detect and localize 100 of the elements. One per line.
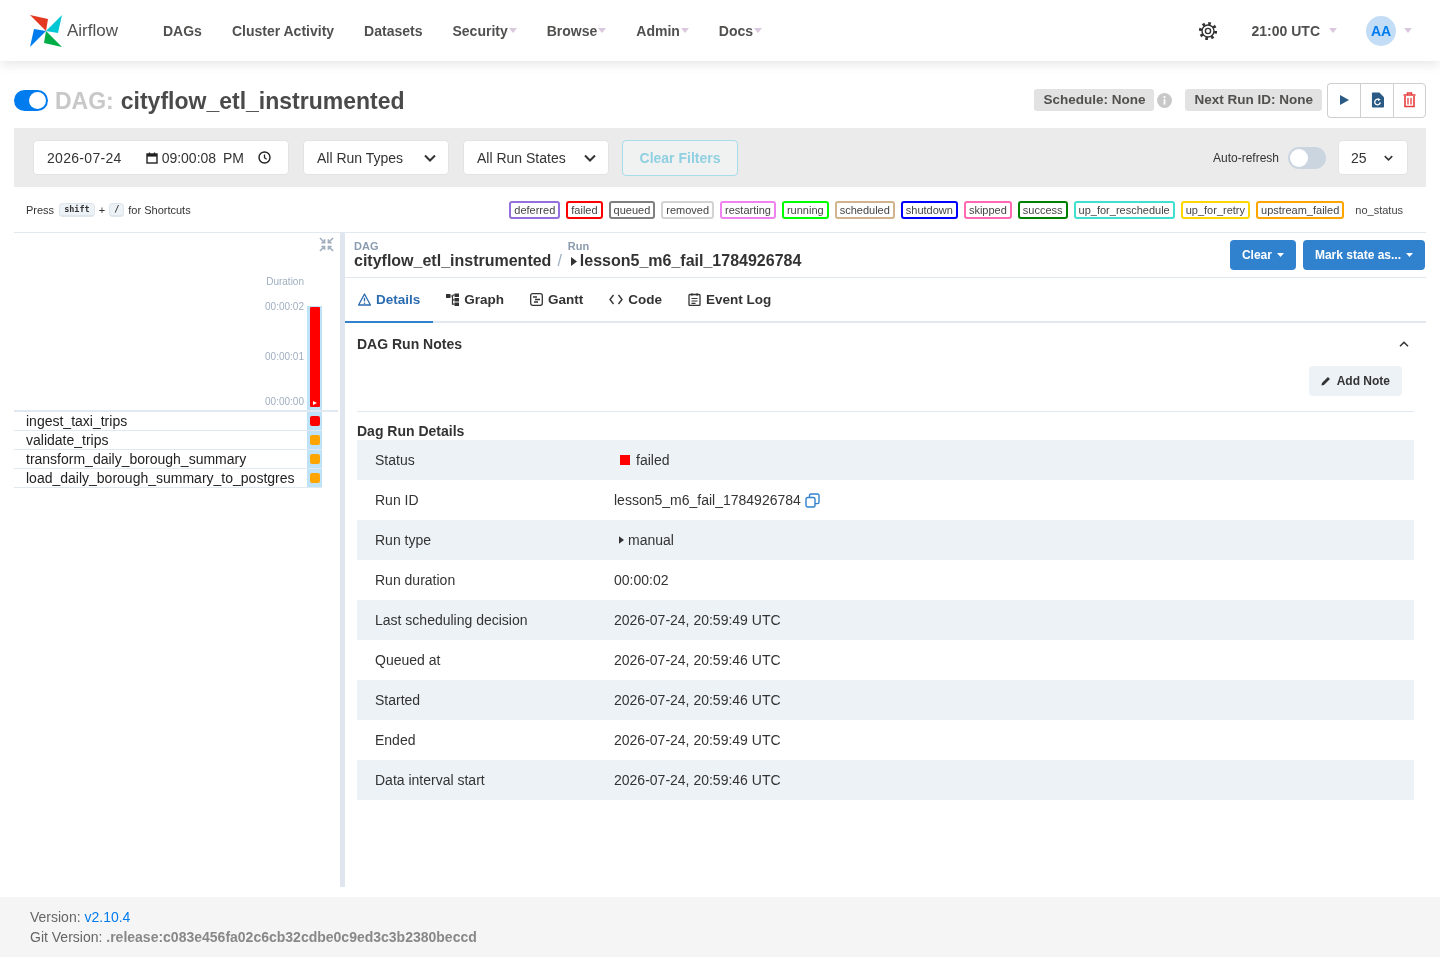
detail-value: 2026-07-24, 20:59:46 UTC [614,772,781,788]
detail-value: failed [636,452,670,468]
state-legend-chip[interactable]: deferred [509,200,561,219]
info-icon[interactable] [1157,92,1173,108]
version-link[interactable]: v2.10.4 [84,909,131,925]
detail-value: 2026-07-24, 20:59:46 UTC [614,652,781,668]
nav-link[interactable]: Admin [621,22,704,39]
state-legend-chip[interactable]: running [781,200,829,219]
play-icon [619,536,624,544]
time-value: 09:00:08 PM [161,149,244,166]
axis-title: Duration [266,276,304,287]
page-size-select[interactable]: 25 [1338,140,1408,175]
datetime-field[interactable]: 2026-07-24 09:00:08 PM [33,140,289,175]
selected-run-cell[interactable] [307,469,322,487]
action-dropdown-button[interactable]: Clear [1229,240,1296,270]
state-legend-chip[interactable]: upstream_failed [1256,200,1345,219]
detail-label: Status [374,452,416,468]
nav-link[interactable]: Datasets [349,22,438,39]
resize-handle[interactable] [340,233,345,887]
caret-icon [1329,28,1337,33]
shortcut-hint-text: for Shortcuts [128,203,191,216]
tab[interactable]: Code [596,278,676,323]
nav-link[interactable]: Docs [703,22,778,39]
tick-label: 00:00:01 [265,351,304,362]
shortcut-hint-text: Press [26,203,55,216]
state-legend-chip[interactable]: restarting [720,200,776,219]
nav-link[interactable]: DAGs [148,22,217,39]
reparse-button[interactable] [1360,82,1393,118]
copy-icon[interactable] [804,492,820,508]
play-icon [570,256,577,266]
settings-icon[interactable] [1197,20,1218,41]
auto-refresh-toggle[interactable] [1288,146,1326,169]
version-text: Version: v2.10.4 [30,908,132,927]
nav-link[interactable]: Cluster Activity [216,22,350,39]
action-dropdown-button[interactable]: Mark state as... [1302,240,1425,270]
chevron-up-icon[interactable] [1399,341,1409,347]
task-name[interactable]: ingest_taxi_trips [14,412,307,430]
time-menu-link[interactable]: 21:00 UTC [1251,22,1337,39]
tab[interactable]: Graph [433,278,518,323]
schedule-badge: Schedule: None [1034,89,1155,111]
run-state-select[interactable]: All Run States [463,140,609,175]
clock-icon[interactable] [258,151,271,164]
task-name[interactable]: transform_daily_borough_summary [14,450,307,468]
gantt-chart-icon [530,293,544,306]
state-legend-chip[interactable]: up_for_retry [1180,200,1250,219]
state-legend-chip[interactable]: queued [608,200,656,219]
brand-name[interactable]: Airflow [67,20,118,41]
state-legend-chip[interactable]: removed [661,200,715,219]
detail-label: Started [374,692,422,708]
pinwheel-logo-icon[interactable] [28,12,64,49]
detail-value: 00:00:02 [614,572,669,588]
detail-value: 2026-07-24, 20:59:46 UTC [614,692,781,708]
date-value: 2026-07-24 [47,149,122,166]
graph-icon [446,293,460,306]
pencil-icon [1320,376,1331,386]
detail-label: Last scheduling decision [374,612,529,628]
detail-label: Run type [374,532,433,548]
selected-run-cell[interactable] [307,450,322,468]
detail-label: Queued at [374,652,442,668]
code-icon [609,293,624,306]
caret-icon [1276,253,1284,257]
trigger-button[interactable] [1327,82,1360,118]
dag-title: cityflow_etl_instrumented [120,88,405,115]
task-name[interactable]: load_daily_borough_summary_to_postgres [14,469,307,487]
tab[interactable]: Details [345,278,434,323]
calendar-icon[interactable] [145,151,158,164]
chevron-down-icon [1384,154,1393,161]
tab[interactable]: Event Log [675,278,785,323]
play-icon [1338,94,1350,106]
dag-toggle[interactable] [14,89,48,111]
nav-link[interactable]: Security [437,22,532,39]
detail-value: lesson5_m6_fail_1784926784 [614,492,801,508]
play-icon [313,401,317,405]
breadcrumb-label: Run [567,240,591,252]
keyboard-key: shift [59,202,95,217]
collapse-icon[interactable] [319,237,334,252]
detail-value: 2026-07-24, 20:59:49 UTC [614,612,781,628]
state-legend-chip[interactable]: skipped [963,200,1012,219]
selected-run-cell[interactable] [307,412,322,430]
tab[interactable]: Gantt [517,278,597,323]
dag-breadcrumb-link[interactable]: cityflow_etl_instrumented [354,252,552,270]
delete-button[interactable] [1393,82,1426,118]
task-name[interactable]: validate_trips [14,431,307,449]
add-note-button[interactable]: Add Note [1308,366,1402,396]
run-type-select[interactable]: All Run Types [303,140,449,175]
detail-label: Data interval start [374,772,486,788]
state-legend-chip[interactable]: scheduled [834,200,895,219]
run-breadcrumb-link[interactable]: lesson5_m6_fail_1784926784 [579,252,802,270]
tick-label: 00:00:02 [265,301,304,312]
state-legend-chip[interactable]: no_status [1350,200,1408,219]
breadcrumb-separator: / [557,252,562,270]
state-legend-chip[interactable]: success [1017,200,1068,219]
state-legend-chip[interactable]: shutdown [900,200,958,219]
state-legend-chip[interactable]: up_for_reschedule [1073,200,1175,219]
next-run-badge: Next Run ID: None [1185,89,1322,111]
detail-label: Ended [374,732,417,748]
state-legend-chip[interactable]: failed [566,200,603,219]
plus-text: + [98,203,106,216]
selected-run-cell[interactable] [307,431,322,449]
nav-link[interactable]: Browse [531,22,622,39]
